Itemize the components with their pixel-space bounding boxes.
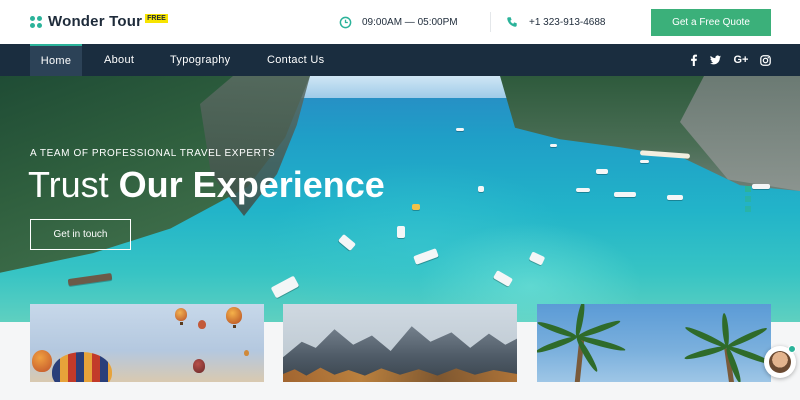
balloon: [226, 307, 242, 324]
balloon-basket: [180, 322, 183, 325]
slider-dot-1[interactable]: [745, 186, 751, 192]
contact-phone[interactable]: +1 323-913-4688: [505, 15, 605, 29]
brand-badge: FREE: [145, 14, 168, 23]
boat: [576, 188, 590, 192]
support-agent-face: [769, 351, 791, 373]
boat: [412, 204, 420, 210]
balloon-basket: [233, 325, 236, 328]
boat: [397, 226, 405, 238]
get-in-touch-button[interactable]: Get in touch: [30, 219, 131, 250]
right-cliff-rock: [680, 76, 800, 191]
boat: [67, 272, 113, 287]
balloon: [198, 320, 206, 329]
boat: [596, 169, 608, 174]
boat: [614, 192, 636, 197]
logo-dots-icon: [30, 15, 42, 28]
balloon: [193, 359, 205, 373]
boat: [478, 186, 484, 192]
brand-logo[interactable]: Wonder Tour FREE: [30, 13, 168, 30]
boat: [492, 270, 514, 287]
clock-icon: [338, 15, 352, 29]
boat: [640, 160, 649, 163]
phone-text: +1 323-913-4688: [529, 16, 606, 28]
hours-text: 09:00AM — 05:00PM: [362, 16, 458, 28]
hero-banner: A TEAM OF PROFESSIONAL TRAVEL EXPERTS Tr…: [0, 76, 800, 322]
hero-title-light: Trust: [28, 164, 119, 205]
nav-item-typography[interactable]: Typography: [170, 44, 230, 76]
hero-title-bold: Our Experience: [118, 164, 385, 205]
balloon: [175, 308, 187, 321]
slider-dot-3[interactable]: [745, 206, 751, 212]
google-plus-icon[interactable]: G+: [731, 53, 751, 67]
main-nav: Home About Typography Contact Us G+: [0, 44, 800, 76]
balloon: [52, 352, 112, 382]
phone-icon: [505, 15, 519, 29]
header-divider: [490, 12, 491, 32]
palm-frond: [537, 334, 579, 355]
boat: [528, 251, 546, 266]
balloon: [32, 350, 52, 372]
nav-item-home[interactable]: Home: [30, 44, 82, 76]
nav-item-about[interactable]: About: [104, 44, 134, 76]
boat: [270, 275, 300, 299]
palm-frond: [683, 344, 728, 362]
business-hours: 09:00AM — 05:00PM: [338, 15, 458, 29]
instagram-icon[interactable]: [758, 53, 772, 67]
balloon: [244, 350, 249, 356]
boat: [550, 144, 557, 147]
nav-item-contact-us[interactable]: Contact Us: [267, 44, 324, 76]
twitter-icon[interactable]: [708, 53, 722, 67]
top-bar: Wonder Tour FREE 09:00AM — 05:00PM +1 32…: [0, 0, 800, 44]
get-free-quote-button[interactable]: Get a Free Quote: [651, 9, 771, 36]
online-status-indicator: [788, 345, 796, 353]
hero-title: Trust Our Experience: [28, 164, 385, 206]
boat: [413, 248, 439, 265]
brand-name: Wonder Tour: [48, 13, 143, 30]
slider-dot-2[interactable]: [745, 196, 751, 202]
boat: [456, 128, 464, 131]
boat: [337, 233, 357, 252]
boat: [667, 195, 683, 200]
card-hot-air-balloons[interactable]: [30, 304, 264, 382]
card-mountain-range[interactable]: [283, 304, 517, 382]
boat: [752, 184, 770, 189]
hero-subtitle: A TEAM OF PROFESSIONAL TRAVEL EXPERTS: [30, 148, 276, 159]
card-palm-trees[interactable]: [537, 304, 771, 382]
facebook-icon[interactable]: [687, 53, 701, 67]
